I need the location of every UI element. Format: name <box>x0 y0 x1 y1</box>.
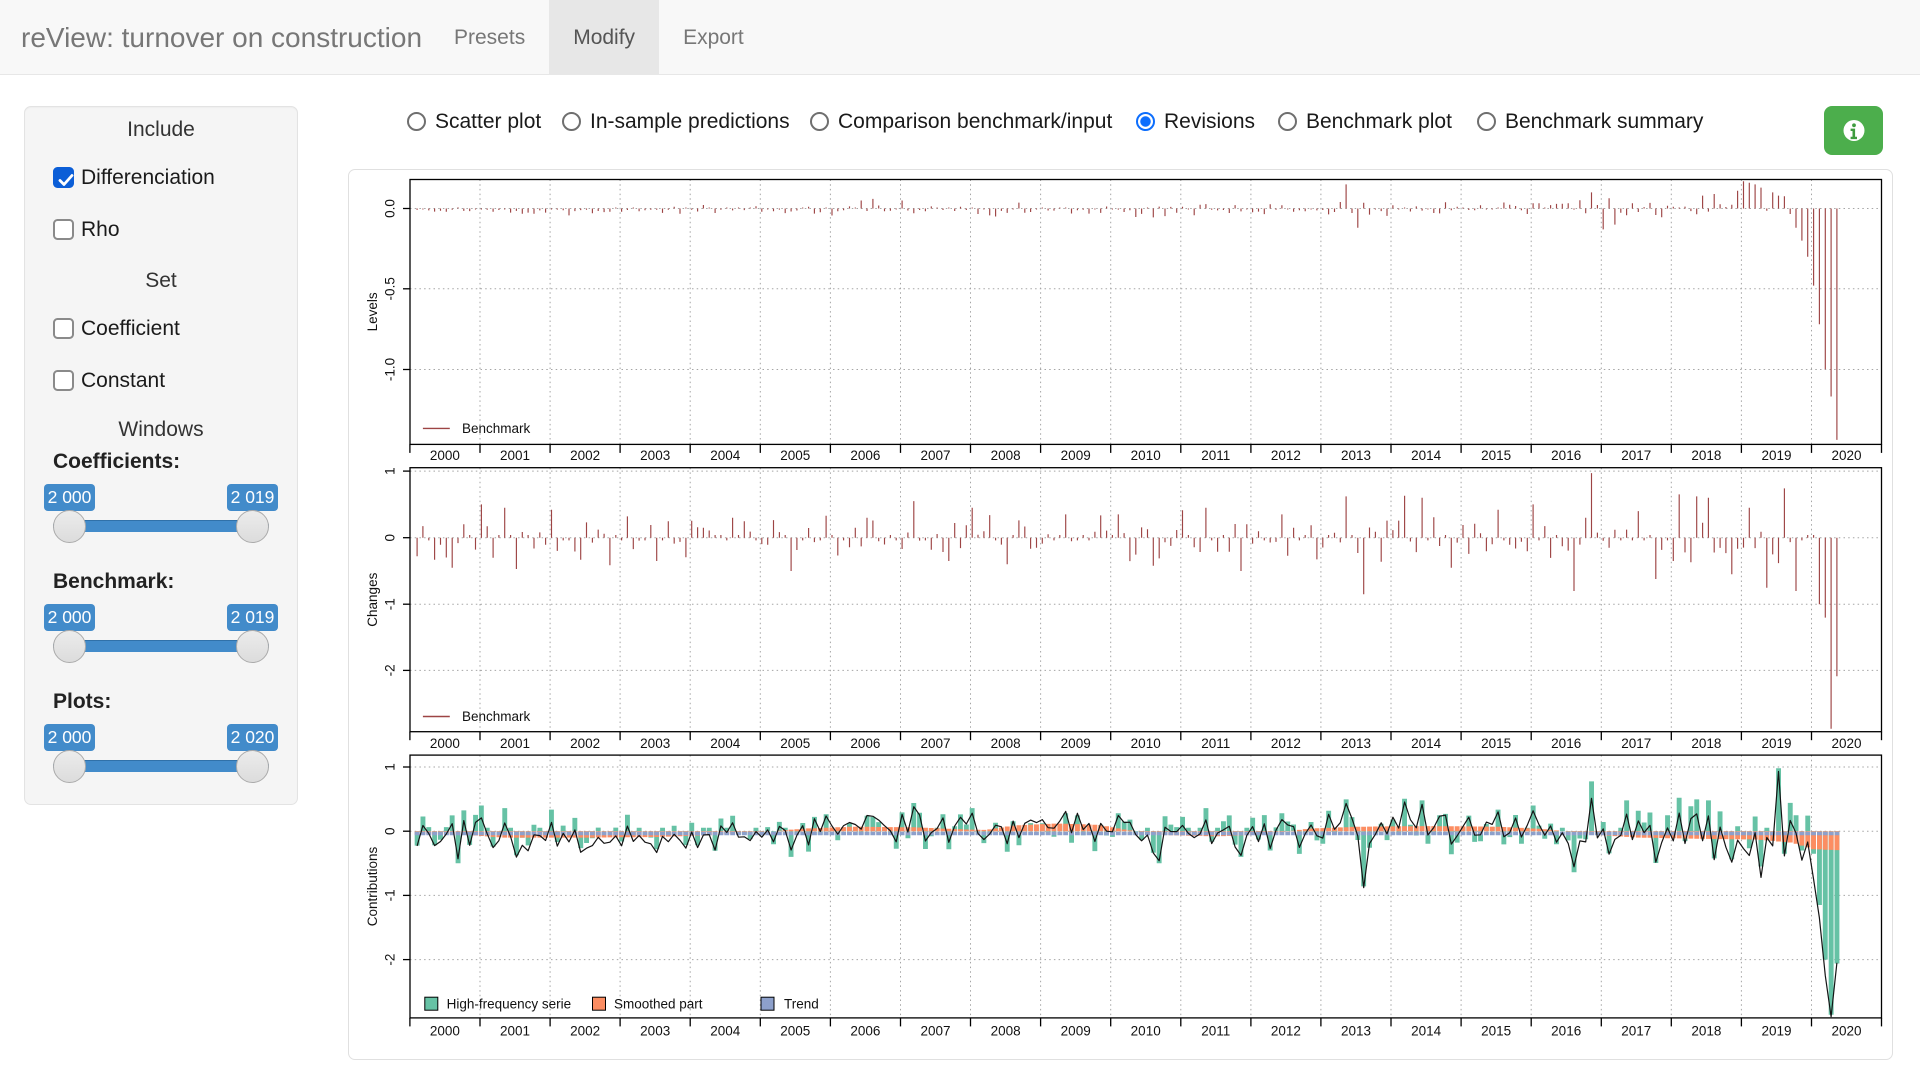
svg-text:-1: -1 <box>383 889 398 901</box>
svg-text:2007: 2007 <box>920 736 950 751</box>
svg-text:2017: 2017 <box>1621 736 1651 751</box>
svg-text:2004: 2004 <box>710 448 741 463</box>
svg-text:2019: 2019 <box>1761 448 1791 463</box>
svg-text:2000: 2000 <box>430 448 460 463</box>
svg-text:0.0: 0.0 <box>383 199 398 218</box>
svg-text:2016: 2016 <box>1551 448 1581 463</box>
svg-text:2018: 2018 <box>1691 736 1721 751</box>
svg-text:-2: -2 <box>383 954 398 966</box>
svg-text:2003: 2003 <box>640 1023 670 1038</box>
svg-text:Changes: Changes <box>365 572 380 626</box>
svg-text:2017: 2017 <box>1621 448 1651 463</box>
svg-text:-0.5: -0.5 <box>383 277 398 300</box>
svg-text:2019: 2019 <box>1761 1023 1791 1038</box>
svg-text:2008: 2008 <box>991 448 1021 463</box>
svg-text:2015: 2015 <box>1481 736 1511 751</box>
svg-text:2011: 2011 <box>1201 448 1230 463</box>
svg-text:2002: 2002 <box>570 736 600 751</box>
svg-text:2007: 2007 <box>920 448 950 463</box>
svg-text:2010: 2010 <box>1131 448 1161 463</box>
svg-text:2012: 2012 <box>1271 736 1301 751</box>
svg-text:2007: 2007 <box>920 1023 950 1038</box>
svg-text:2006: 2006 <box>850 448 880 463</box>
svg-text:2004: 2004 <box>710 736 741 751</box>
svg-text:2006: 2006 <box>850 1023 880 1038</box>
svg-text:2013: 2013 <box>1341 448 1371 463</box>
svg-text:2020: 2020 <box>1831 1023 1861 1038</box>
svg-text:2010: 2010 <box>1131 1023 1161 1038</box>
svg-text:2001: 2001 <box>500 448 530 463</box>
svg-text:2005: 2005 <box>780 736 810 751</box>
svg-text:2017: 2017 <box>1621 1023 1651 1038</box>
svg-text:Trend: Trend <box>784 997 819 1012</box>
svg-text:Contributions: Contributions <box>365 846 380 926</box>
svg-text:2009: 2009 <box>1061 1023 1091 1038</box>
svg-text:2020: 2020 <box>1831 736 1861 751</box>
svg-text:2006: 2006 <box>850 736 880 751</box>
svg-text:0: 0 <box>383 827 398 835</box>
svg-text:Benchmark: Benchmark <box>462 421 531 436</box>
svg-text:2009: 2009 <box>1061 448 1091 463</box>
svg-text:2016: 2016 <box>1551 1023 1581 1038</box>
svg-text:2010: 2010 <box>1131 736 1161 751</box>
svg-text:Benchmark: Benchmark <box>462 709 531 724</box>
svg-text:2013: 2013 <box>1341 736 1371 751</box>
svg-text:2014: 2014 <box>1411 448 1442 463</box>
svg-text:2011: 2011 <box>1201 736 1230 751</box>
svg-text:0: 0 <box>383 534 398 542</box>
svg-text:2013: 2013 <box>1341 1023 1371 1038</box>
svg-text:2014: 2014 <box>1411 736 1442 751</box>
svg-text:2000: 2000 <box>430 736 460 751</box>
svg-text:2005: 2005 <box>780 1023 810 1038</box>
svg-text:2014: 2014 <box>1411 1023 1442 1038</box>
svg-text:2011: 2011 <box>1201 1023 1230 1038</box>
svg-text:High-frequency serie: High-frequency serie <box>447 997 572 1012</box>
svg-text:2001: 2001 <box>500 1023 530 1038</box>
svg-text:2016: 2016 <box>1551 736 1581 751</box>
svg-text:2015: 2015 <box>1481 448 1511 463</box>
svg-text:2002: 2002 <box>570 1023 600 1038</box>
svg-text:2018: 2018 <box>1691 1023 1721 1038</box>
svg-text:1: 1 <box>383 467 398 475</box>
svg-text:2004: 2004 <box>710 1023 741 1038</box>
svg-text:2008: 2008 <box>991 736 1021 751</box>
svg-text:-1: -1 <box>383 598 398 610</box>
svg-text:2001: 2001 <box>500 736 530 751</box>
svg-text:Smoothed part: Smoothed part <box>614 997 703 1012</box>
svg-text:2002: 2002 <box>570 448 600 463</box>
svg-text:-2: -2 <box>383 664 398 676</box>
svg-text:Levels: Levels <box>365 292 380 331</box>
svg-text:2015: 2015 <box>1481 1023 1511 1038</box>
svg-text:-1.0: -1.0 <box>383 358 398 381</box>
svg-text:2020: 2020 <box>1831 448 1861 463</box>
svg-text:2000: 2000 <box>430 1023 460 1038</box>
svg-text:2009: 2009 <box>1061 736 1091 751</box>
svg-text:1: 1 <box>383 763 398 771</box>
svg-text:2012: 2012 <box>1271 448 1301 463</box>
svg-text:2003: 2003 <box>640 736 670 751</box>
svg-text:2012: 2012 <box>1271 1023 1301 1038</box>
svg-text:2018: 2018 <box>1691 448 1721 463</box>
svg-text:2008: 2008 <box>991 1023 1021 1038</box>
svg-text:2019: 2019 <box>1761 736 1791 751</box>
svg-text:2005: 2005 <box>780 448 810 463</box>
svg-text:2003: 2003 <box>640 448 670 463</box>
